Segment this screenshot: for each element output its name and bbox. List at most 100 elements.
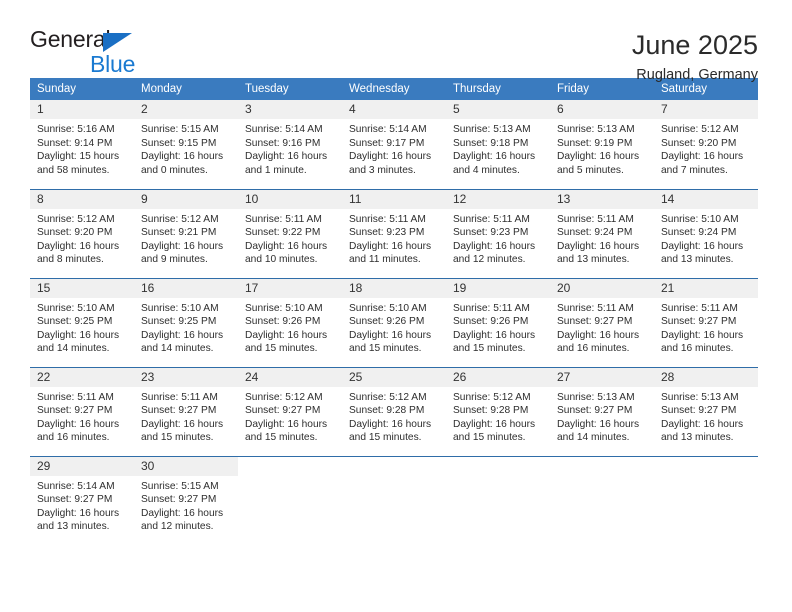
calendar-day-cell[interactable]: 12 Sunrise: 5:11 AM Sunset: 9:23 PM Dayligh… [446, 188, 550, 278]
day-number: 7 [654, 100, 758, 119]
calendar-day-cell[interactable]: 27 Sunrise: 5:13 AM Sunset: 9:27 PM Dayligh… [550, 366, 654, 456]
calendar-day-cell[interactable]: 3 Sunrise: 5:14 AM Sunset: 9:16 PM Daylight… [238, 100, 342, 189]
calendar-day-cell[interactable]: 22 Sunrise: 5:11 AM Sunset: 9:27 PM Dayligh… [30, 366, 134, 456]
calendar-day-cell[interactable]: 24 Sunrise: 5:12 AM Sunset: 9:27 PM Dayligh… [238, 366, 342, 456]
day-details: Sunrise: 5:10 AM Sunset: 9:25 PM Daylight:… [134, 298, 238, 356]
calendar-day-cell[interactable]: 17 Sunrise: 5:10 AM Sunset: 9:26 PM Dayligh… [238, 277, 342, 367]
calendar-week-row: 15 Sunrise: 5:10 AM Sunset: 9:25 PM Dayligh… [30, 277, 758, 367]
sunset-text: Sunset: 9:19 PM [557, 137, 633, 149]
sunset-text: Sunset: 9:27 PM [141, 494, 217, 506]
day-details: Sunrise: 5:11 AM Sunset: 9:26 PM Daylight:… [446, 298, 550, 356]
sunrise-text: Sunrise: 5:12 AM [453, 391, 531, 403]
daylight-text: Daylight: 16 hours and 15 minutes. [453, 418, 536, 444]
daylight-text: Daylight: 16 hours and 15 minutes. [349, 418, 432, 444]
calendar-empty-cell [342, 455, 446, 545]
calendar-empty-cell [550, 455, 654, 545]
calendar-day-cell[interactable]: 7 Sunrise: 5:12 AM Sunset: 9:20 PM Daylight… [654, 100, 758, 189]
day-details: Sunrise: 5:12 AM Sunset: 9:20 PM Daylight:… [654, 119, 758, 177]
daylight-text: Daylight: 16 hours and 15 minutes. [453, 329, 536, 355]
day-number: 15 [30, 278, 134, 298]
day-number: 5 [446, 100, 550, 119]
sunset-text: Sunset: 9:14 PM [37, 137, 113, 149]
daylight-text: Daylight: 16 hours and 8 minutes. [37, 240, 120, 266]
day-number [550, 457, 654, 476]
weekday-header-wednesday: Wednesday [342, 78, 446, 100]
page-subtitle: Rugland, Germany [636, 67, 758, 84]
calendar-day-cell[interactable]: 1 Sunrise: 5:16 AM Sunset: 9:14 PM Daylight… [30, 100, 134, 189]
sunset-text: Sunset: 9:21 PM [141, 227, 217, 239]
sunset-text: Sunset: 9:20 PM [37, 227, 113, 239]
calendar-day-cell[interactable]: 2 Sunrise: 5:15 AM Sunset: 9:15 PM Daylight… [134, 100, 238, 189]
sunrise-text: Sunrise: 5:11 AM [349, 213, 426, 225]
calendar-day-cell[interactable]: 26 Sunrise: 5:12 AM Sunset: 9:28 PM Dayligh… [446, 366, 550, 456]
day-number: 24 [238, 367, 342, 387]
sunrise-text: Sunrise: 5:14 AM [349, 124, 427, 135]
sunrise-text: Sunrise: 5:11 AM [557, 302, 634, 314]
calendar-day-cell[interactable]: 18 Sunrise: 5:10 AM Sunset: 9:26 PM Dayligh… [342, 277, 446, 367]
day-details: Sunrise: 5:11 AM Sunset: 9:24 PM Daylight:… [550, 209, 654, 267]
page-header: General Blue June 2025 Rugland, Germany [0, 0, 792, 84]
calendar-empty-cell [446, 455, 550, 545]
weekday-header-thursday: Thursday [446, 78, 550, 100]
daylight-text: Daylight: 16 hours and 11 minutes. [349, 240, 432, 266]
daylight-text: Daylight: 16 hours and 9 minutes. [141, 240, 224, 266]
day-number: 1 [30, 100, 134, 119]
day-details: Sunrise: 5:11 AM Sunset: 9:23 PM Daylight:… [342, 209, 446, 267]
calendar-day-cell[interactable]: 9 Sunrise: 5:12 AM Sunset: 9:21 PM Daylight… [134, 188, 238, 278]
daylight-text: Daylight: 16 hours and 1 minute. [245, 151, 328, 176]
sunrise-text: Sunrise: 5:14 AM [37, 480, 115, 492]
sunset-text: Sunset: 9:23 PM [453, 227, 529, 239]
day-details: Sunrise: 5:11 AM Sunset: 9:23 PM Daylight:… [446, 209, 550, 267]
daylight-text: Daylight: 16 hours and 16 minutes. [557, 329, 640, 355]
daylight-text: Daylight: 16 hours and 3 minutes. [349, 151, 432, 176]
calendar-day-cell[interactable]: 21 Sunrise: 5:11 AM Sunset: 9:27 PM Dayligh… [654, 277, 758, 367]
calendar-day-cell[interactable]: 14 Sunrise: 5:10 AM Sunset: 9:24 PM Dayligh… [654, 188, 758, 278]
day-number: 18 [342, 278, 446, 298]
daylight-text: Daylight: 16 hours and 7 minutes. [661, 151, 744, 176]
day-number: 21 [654, 278, 758, 298]
sunrise-text: Sunrise: 5:10 AM [349, 302, 427, 314]
calendar-day-cell[interactable]: 20 Sunrise: 5:11 AM Sunset: 9:27 PM Dayligh… [550, 277, 654, 367]
logo-word-general: General [30, 26, 111, 52]
sunset-text: Sunset: 9:25 PM [141, 316, 217, 328]
day-details: Sunrise: 5:12 AM Sunset: 9:28 PM Daylight:… [446, 387, 550, 445]
calendar-day-cell[interactable]: 19 Sunrise: 5:11 AM Sunset: 9:26 PM Dayligh… [446, 277, 550, 367]
calendar-day-cell[interactable]: 11 Sunrise: 5:11 AM Sunset: 9:23 PM Dayligh… [342, 188, 446, 278]
sunrise-text: Sunrise: 5:12 AM [141, 213, 219, 225]
calendar-day-cell[interactable]: 5 Sunrise: 5:13 AM Sunset: 9:18 PM Daylight… [446, 100, 550, 189]
calendar-table: Sunday Monday Tuesday Wednesday Thursday… [30, 78, 758, 545]
daylight-text: Daylight: 15 hours and 58 minutes. [37, 151, 120, 176]
calendar-day-cell[interactable]: 29 Sunrise: 5:14 AM Sunset: 9:27 PM Dayligh… [30, 455, 134, 545]
sunrise-text: Sunrise: 5:11 AM [557, 213, 634, 225]
calendar-day-cell[interactable]: 6 Sunrise: 5:13 AM Sunset: 9:19 PM Daylight… [550, 100, 654, 189]
day-number: 3 [238, 100, 342, 119]
calendar-day-cell[interactable]: 8 Sunrise: 5:12 AM Sunset: 9:20 PM Daylight… [30, 188, 134, 278]
day-number [654, 457, 758, 476]
calendar-day-cell[interactable]: 10 Sunrise: 5:11 AM Sunset: 9:22 PM Dayligh… [238, 188, 342, 278]
sunset-text: Sunset: 9:26 PM [349, 316, 425, 328]
calendar-day-cell[interactable]: 15 Sunrise: 5:10 AM Sunset: 9:25 PM Dayligh… [30, 277, 134, 367]
calendar-day-cell[interactable]: 13 Sunrise: 5:11 AM Sunset: 9:24 PM Dayligh… [550, 188, 654, 278]
logo-word-blue: Blue [90, 51, 136, 77]
day-details: Sunrise: 5:14 AM Sunset: 9:27 PM Daylight:… [30, 476, 134, 534]
title-block: June 2025 Rugland, Germany [632, 28, 758, 84]
calendar-day-cell[interactable]: 30 Sunrise: 5:15 AM Sunset: 9:27 PM Dayligh… [134, 455, 238, 545]
daylight-text: Daylight: 16 hours and 13 minutes. [557, 240, 640, 266]
day-details: Sunrise: 5:15 AM Sunset: 9:27 PM Daylight:… [134, 476, 238, 534]
sunrise-text: Sunrise: 5:11 AM [453, 213, 530, 225]
day-number: 10 [238, 189, 342, 209]
calendar-day-cell[interactable]: 28 Sunrise: 5:13 AM Sunset: 9:27 PM Dayligh… [654, 366, 758, 456]
calendar-day-cell[interactable]: 23 Sunrise: 5:11 AM Sunset: 9:27 PM Dayligh… [134, 366, 238, 456]
day-number: 2 [134, 100, 238, 119]
day-number: 11 [342, 189, 446, 209]
calendar-day-cell[interactable]: 25 Sunrise: 5:12 AM Sunset: 9:28 PM Dayligh… [342, 366, 446, 456]
general-blue-logo[interactable]: General Blue [30, 28, 150, 78]
day-details: Sunrise: 5:14 AM Sunset: 9:16 PM Daylight:… [238, 119, 342, 177]
sunrise-text: Sunrise: 5:13 AM [661, 391, 739, 403]
sunrise-text: Sunrise: 5:12 AM [349, 391, 427, 403]
calendar-day-cell[interactable]: 4 Sunrise: 5:14 AM Sunset: 9:17 PM Daylight… [342, 100, 446, 189]
calendar-week-row: 1 Sunrise: 5:16 AM Sunset: 9:14 PM Daylight… [30, 100, 758, 189]
day-details: Sunrise: 5:11 AM Sunset: 9:27 PM Daylight:… [654, 298, 758, 356]
calendar-day-cell[interactable]: 16 Sunrise: 5:10 AM Sunset: 9:25 PM Dayligh… [134, 277, 238, 367]
day-details: Sunrise: 5:11 AM Sunset: 9:27 PM Daylight:… [550, 298, 654, 356]
